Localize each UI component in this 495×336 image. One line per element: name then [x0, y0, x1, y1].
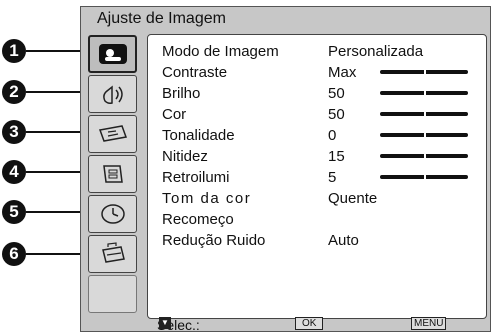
setting-value: 15 — [328, 148, 345, 165]
setting-backlight[interactable]: Retroilumi 5 — [162, 168, 482, 188]
brightness-slider[interactable] — [380, 90, 468, 96]
setting-picture-mode[interactable]: Modo de Imagem Personalizada — [162, 42, 482, 62]
callout-2-leader — [26, 91, 86, 93]
slider-knob[interactable] — [424, 111, 426, 117]
tab-empty — [88, 275, 137, 313]
setting-value: Auto — [328, 232, 359, 249]
slider-knob[interactable] — [424, 132, 426, 138]
timer-icon — [100, 204, 125, 224]
setting-value: 0 — [328, 127, 337, 144]
sound-icon — [102, 85, 123, 104]
contrast-slider[interactable] — [380, 69, 468, 75]
callout-1-leader — [26, 50, 86, 52]
setting-label: Redução Ruido — [162, 232, 266, 249]
sharpness-slider[interactable] — [380, 153, 468, 159]
setting-label: Nitidez — [162, 148, 208, 165]
color-slider[interactable] — [380, 111, 468, 117]
callout-3: 3 — [2, 120, 26, 144]
callout-5: 5 — [2, 200, 26, 224]
pc-settings-icon — [101, 242, 125, 263]
setting-brightness[interactable]: Brilho 50 — [162, 84, 482, 104]
setting-color[interactable]: Cor 50 — [162, 105, 482, 125]
setup-icon — [102, 165, 123, 183]
setting-label: Retroilumi — [162, 169, 230, 186]
hue-slider[interactable] — [380, 132, 468, 138]
setting-label: Brilho — [162, 85, 201, 102]
setting-noise-reduction[interactable]: Redução Ruido Auto — [162, 231, 482, 251]
tab-pc-settings[interactable] — [88, 235, 137, 273]
callout-6-leader — [26, 253, 86, 255]
picture-icon — [98, 44, 127, 64]
callout-3-leader — [26, 131, 86, 133]
tab-setup[interactable] — [88, 155, 137, 193]
menu-key: MENU — [411, 317, 447, 330]
setting-label: Modo de Imagem — [162, 43, 279, 60]
callout-2: 2 — [2, 80, 26, 104]
callout-1: 1 — [2, 39, 26, 63]
screen-icon — [98, 125, 127, 142]
setting-label: Recomeço — [162, 211, 234, 228]
osd-menu-panel: Ajuste de Imagem Modo de Imagem Personal… — [80, 6, 492, 333]
ok-key: OK — [295, 317, 324, 330]
setting-value: Quente — [328, 190, 378, 207]
down-arrow-icon: ▼ — [159, 317, 171, 329]
footer-hints: Selec.: ▲▼ Sim: OK Fim: MENU — [81, 317, 492, 333]
callout-6: 6 — [2, 242, 26, 266]
setting-reset[interactable]: Recomeço — [162, 210, 482, 230]
setting-value: 50 — [328, 85, 345, 102]
slider-knob[interactable] — [424, 90, 426, 96]
slider-knob[interactable] — [424, 69, 426, 75]
setting-sharpness[interactable]: Nitidez 15 — [162, 147, 482, 167]
setting-label: Contraste — [162, 64, 228, 81]
tab-screen[interactable] — [88, 115, 137, 153]
callout-5-leader — [26, 211, 86, 213]
tab-picture[interactable] — [88, 35, 137, 73]
setting-label: Tom da cor — [162, 190, 252, 207]
setting-value: 5 — [328, 169, 337, 186]
tab-sound[interactable] — [88, 75, 137, 113]
callout-4: 4 — [2, 160, 26, 184]
settings-list: Modo de Imagem Personalizada Contraste M… — [147, 34, 487, 319]
callout-4-leader — [26, 171, 86, 173]
setting-color-temperature[interactable]: Tom da cor Quente — [162, 189, 482, 209]
slider-knob[interactable] — [424, 153, 426, 159]
menu-tabs — [88, 35, 141, 320]
menu-title: Ajuste de Imagem — [97, 10, 226, 27]
tab-timer[interactable] — [88, 195, 137, 233]
setting-value: Max — [328, 64, 357, 81]
setting-label: Tonalidade — [162, 127, 235, 144]
setting-value: Personalizada — [328, 43, 424, 60]
setting-label: Cor — [162, 106, 187, 123]
setting-hue[interactable]: Tonalidade 0 — [162, 126, 482, 146]
setting-contrast[interactable]: Contraste Max — [162, 63, 482, 83]
slider-knob[interactable] — [424, 174, 426, 180]
backlight-slider[interactable] — [380, 174, 468, 180]
setting-value: 50 — [328, 106, 345, 123]
